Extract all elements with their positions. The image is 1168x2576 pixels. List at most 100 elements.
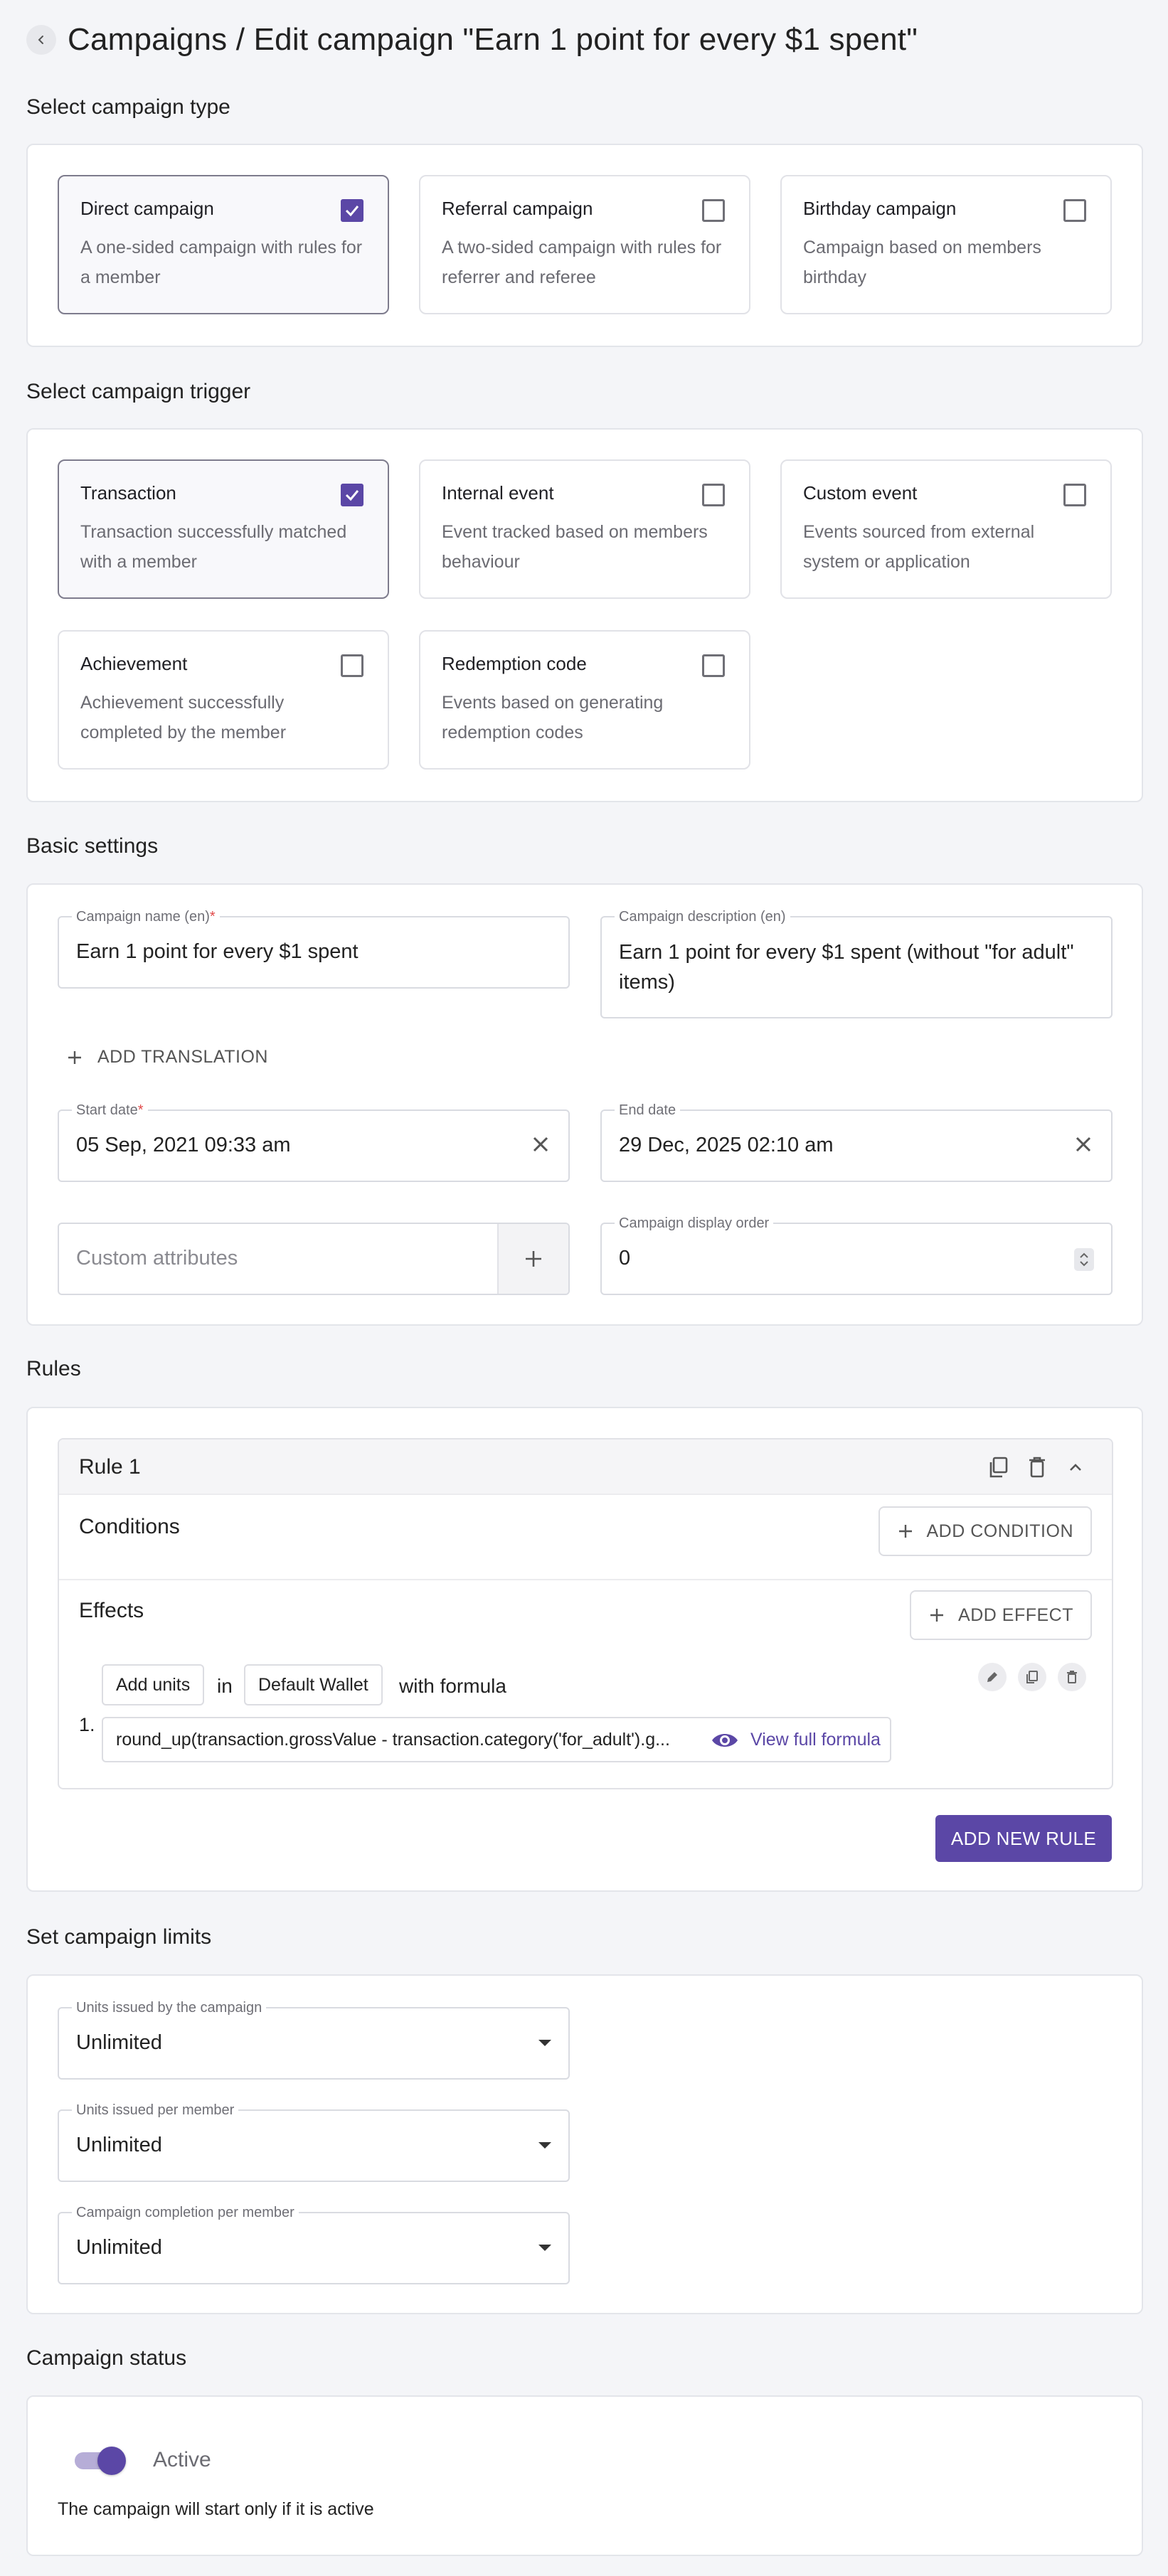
add-effect-label: ADD EFFECT: [958, 1604, 1073, 1625]
number-stepper[interactable]: [1074, 1248, 1094, 1271]
rule-title: Rule 1: [79, 1455, 141, 1479]
stepper-arrows-icon: [1080, 1252, 1088, 1267]
checkbox[interactable]: [702, 484, 725, 506]
units-issued-by-campaign-select[interactable]: Units issued by the campaign Unlimited: [58, 1999, 570, 2080]
checkbox-checked[interactable]: [341, 484, 363, 506]
field-label: Campaign name (en)*: [72, 908, 220, 925]
campaign-name-field[interactable]: Campaign name (en)* Earn 1 point for eve…: [58, 908, 570, 989]
rule-header[interactable]: Rule 1: [59, 1439, 1112, 1495]
plus-icon: [68, 1050, 81, 1064]
checkbox[interactable]: [341, 654, 363, 677]
add-effect-button[interactable]: ADD EFFECT: [910, 1590, 1092, 1640]
select-value: Unlimited: [76, 2134, 162, 2156]
clear-icon[interactable]: [529, 1132, 553, 1156]
trigger-achievement[interactable]: Achievement Achievement successfully com…: [58, 630, 389, 770]
effect-wallet-chip[interactable]: Default Wallet: [244, 1664, 383, 1705]
tile-description: Transaction successfully matched with a …: [80, 522, 347, 572]
effect-in-text: in: [217, 1675, 233, 1697]
checkbox[interactable]: [702, 199, 725, 222]
field-label: Campaign description (en): [615, 908, 790, 925]
pencil-icon: [987, 1672, 997, 1682]
tile-title: Custom event: [803, 482, 918, 504]
campaign-type-birthday[interactable]: Birthday campaign Campaign based on memb…: [780, 175, 1112, 314]
completion-per-member-select[interactable]: Campaign completion per member Unlimited: [58, 2204, 570, 2284]
divider: [59, 1579, 1112, 1580]
tile-title: Transaction: [80, 482, 176, 504]
chevron-left-icon: [38, 36, 43, 44]
effect-action-chip[interactable]: Add units: [102, 1664, 205, 1705]
campaign-type-direct[interactable]: Direct campaign A one-sided campaign wit…: [58, 175, 389, 314]
checkbox[interactable]: [702, 654, 725, 677]
campaign-description-value: Earn 1 point for every $1 spent (without…: [619, 941, 1074, 994]
limits-section-title: Set campaign limits: [26, 1925, 212, 1949]
checkbox[interactable]: [1063, 199, 1086, 222]
units-issued-per-member-select[interactable]: Units issued per member Unlimited: [58, 2102, 570, 2182]
select-value: Unlimited: [76, 2236, 162, 2259]
tile-description: A one-sided campaign with rules for a me…: [80, 238, 363, 287]
campaign-name-value: Earn 1 point for every $1 spent: [76, 940, 359, 963]
status-section-title: Campaign status: [26, 2346, 187, 2370]
end-date-field[interactable]: End date 29 Dec, 2025 02:10 am: [600, 1102, 1113, 1182]
add-translation-button[interactable]: ADD TRANSLATION: [66, 1047, 268, 1068]
back-button[interactable]: [26, 25, 56, 55]
add-new-rule-button[interactable]: ADD NEW RULE: [935, 1815, 1112, 1862]
trigger-internal-event[interactable]: Internal event Event tracked based on me…: [419, 459, 750, 599]
field-label: Units issued by the campaign: [72, 1999, 267, 2016]
dropdown-arrow-icon: [538, 2040, 551, 2046]
conditions-label: Conditions: [79, 1515, 180, 1538]
start-date-value: 05 Sep, 2021 09:33 am: [76, 1134, 291, 1156]
page-header: Campaigns / Edit campaign "Earn 1 point …: [26, 18, 918, 61]
delete-effect-button[interactable]: [1058, 1663, 1086, 1691]
effects-label: Effects: [79, 1599, 144, 1622]
status-note: The campaign will start only if it is ac…: [58, 2499, 374, 2519]
copy-effect-button[interactable]: [1018, 1663, 1046, 1691]
tile-description: Events sourced from external system or a…: [803, 522, 1035, 572]
tile-title: Direct campaign: [80, 198, 214, 219]
checkbox-checked[interactable]: [341, 199, 363, 222]
campaign-trigger-card: Transaction Transaction successfully mat…: [26, 428, 1143, 802]
display-order-field[interactable]: Campaign display order 0: [600, 1215, 1113, 1295]
start-date-field[interactable]: Start date* 05 Sep, 2021 09:33 am: [58, 1102, 570, 1182]
basic-settings-card: Campaign name (en)* Earn 1 point for eve…: [26, 883, 1143, 1326]
campaign-type-referral[interactable]: Referral campaign A two-sided campaign w…: [419, 175, 750, 314]
tile-title: Birthday campaign: [803, 198, 957, 219]
plus-icon: [526, 1251, 541, 1267]
dropdown-arrow-icon: [538, 2245, 551, 2251]
add-translation-label: ADD TRANSLATION: [97, 1047, 268, 1067]
add-condition-button[interactable]: ADD CONDITION: [878, 1506, 1092, 1556]
limits-card: Units issued by the campaign Unlimited U…: [26, 1974, 1143, 2314]
effect-with-formula-text: with formula: [399, 1675, 506, 1697]
field-label: Campaign display order: [615, 1215, 774, 1232]
plus-icon: [898, 1525, 912, 1538]
trigger-transaction[interactable]: Transaction Transaction successfully mat…: [58, 459, 389, 599]
formula-text: round_up(transaction.grossValue - transa…: [116, 1730, 670, 1750]
plus-icon: [930, 1609, 944, 1622]
tile-description: Events based on generating redemption co…: [442, 693, 664, 743]
trash-icon[interactable]: [1025, 1455, 1049, 1479]
campaign-type-card: Direct campaign A one-sided campaign wit…: [26, 144, 1143, 347]
effect-index: 1.: [79, 1714, 95, 1735]
chevron-up-icon[interactable]: [1066, 1458, 1085, 1476]
select-value: Unlimited: [76, 2031, 162, 2054]
campaign-description-field[interactable]: Campaign description (en) Earn 1 point f…: [600, 908, 1113, 1018]
tile-title: Internal event: [442, 482, 554, 504]
custom-attributes-field[interactable]: Custom attributes: [58, 1223, 570, 1295]
field-label: End date: [615, 1102, 681, 1119]
end-date-value: 29 Dec, 2025 02:10 am: [619, 1134, 834, 1156]
trigger-custom-event[interactable]: Custom event Events sourced from externa…: [780, 459, 1112, 599]
add-attribute-button[interactable]: [497, 1224, 568, 1294]
campaign-type-section-title: Select campaign type: [26, 95, 230, 119]
toggle-label: Active: [153, 2448, 211, 2471]
copy-icon[interactable]: [987, 1455, 1011, 1479]
checkbox[interactable]: [1063, 484, 1086, 506]
add-condition-label: ADD CONDITION: [926, 1521, 1073, 1541]
tile-description: A two-sided campaign with rules for refe…: [442, 238, 722, 287]
eye-icon: [712, 1733, 738, 1747]
tile-title: Achievement: [80, 653, 188, 674]
clear-icon[interactable]: [1071, 1132, 1095, 1156]
view-full-formula-link[interactable]: View full formula: [711, 1730, 881, 1750]
status-card: Active The campaign will start only if i…: [26, 2395, 1143, 2556]
trigger-redemption-code[interactable]: Redemption code Events based on generati…: [419, 630, 750, 770]
edit-effect-button[interactable]: [978, 1663, 1007, 1691]
active-toggle-knob[interactable]: [97, 2447, 126, 2475]
